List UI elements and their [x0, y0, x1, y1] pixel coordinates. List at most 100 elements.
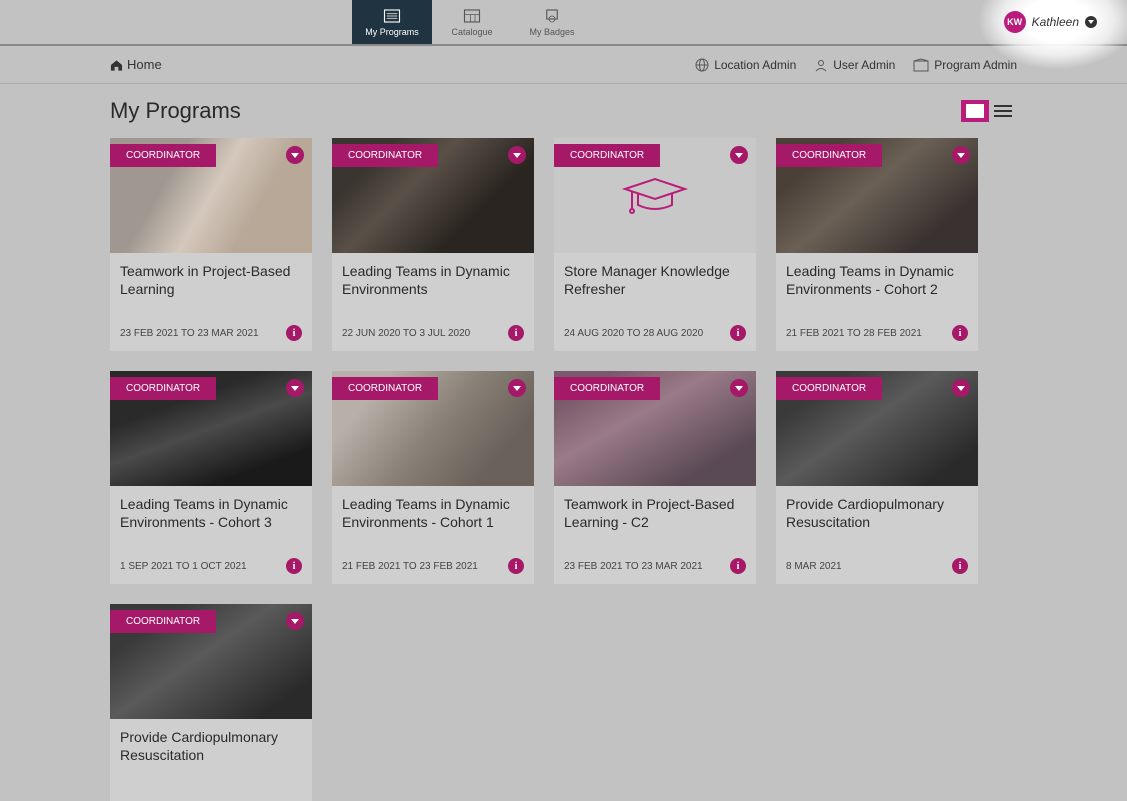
- card-image: COORDINATOR: [110, 604, 312, 719]
- user-admin-link[interactable]: User Admin: [814, 58, 895, 72]
- card-title: Store Manager Knowledge Refresher: [564, 263, 746, 315]
- info-button[interactable]: i: [952, 558, 968, 574]
- home-label: Home: [127, 57, 162, 72]
- graduation-cap-icon: [620, 171, 690, 221]
- admin-links: Location Admin User Admin Program Admin: [695, 58, 1017, 72]
- role-badge: COORDINATOR: [776, 377, 882, 400]
- program-icon: [913, 58, 929, 72]
- chevron-down-icon: [735, 386, 743, 391]
- program-card[interactable]: COORDINATOR Leading Teams in Dynamic Env…: [110, 371, 312, 584]
- card-image: COORDINATOR: [554, 371, 756, 486]
- chevron-down-icon: [513, 153, 521, 158]
- view-toggle: [961, 100, 1017, 122]
- card-title: Leading Teams in Dynamic Environments - …: [342, 496, 524, 548]
- card-dates: 1 SEP 2021 TO 1 OCT 2021: [120, 561, 247, 572]
- info-button[interactable]: i: [730, 558, 746, 574]
- card-image: COORDINATOR: [110, 371, 312, 486]
- card-menu-button[interactable]: [508, 379, 526, 397]
- content: My Programs COORDI: [0, 84, 1127, 801]
- program-card[interactable]: COORDINATOR Store Manager Knowledge Refr…: [554, 138, 756, 351]
- info-button[interactable]: i: [730, 325, 746, 341]
- role-badge: COORDINATOR: [554, 377, 660, 400]
- grid-view-button[interactable]: [961, 100, 989, 122]
- card-image: COORDINATOR: [776, 371, 978, 486]
- chevron-down-icon: [957, 386, 965, 391]
- card-title: Provide Cardiopulmonary Resuscitation: [786, 496, 968, 548]
- globe-icon: [695, 58, 709, 72]
- role-badge: COORDINATOR: [332, 377, 438, 400]
- list-view-button[interactable]: [989, 100, 1017, 122]
- info-button[interactable]: i: [286, 558, 302, 574]
- card-menu-button[interactable]: [286, 379, 304, 397]
- card-title: Teamwork in Project-Based Learning - C2: [564, 496, 746, 548]
- program-card[interactable]: COORDINATOR Teamwork in Project-Based Le…: [110, 138, 312, 351]
- user-menu[interactable]: KW Kathleen: [1004, 11, 1097, 33]
- program-card[interactable]: COORDINATOR Leading Teams in Dynamic Env…: [332, 138, 534, 351]
- card-menu-button[interactable]: [286, 612, 304, 630]
- card-menu-button[interactable]: [730, 379, 748, 397]
- user-icon: [814, 58, 828, 72]
- grid-view-icon: [966, 104, 984, 118]
- programs-grid: COORDINATOR Teamwork in Project-Based Le…: [110, 138, 1017, 801]
- role-badge: COORDINATOR: [110, 610, 216, 633]
- card-menu-button[interactable]: [286, 146, 304, 164]
- card-menu-button[interactable]: [952, 379, 970, 397]
- card-image: COORDINATOR: [110, 138, 312, 253]
- home-icon: [110, 59, 123, 71]
- page-head: My Programs: [110, 98, 1017, 124]
- role-badge: COORDINATOR: [554, 144, 660, 167]
- card-dates: 8 MAR 2021: [786, 561, 842, 572]
- nav-catalogue[interactable]: Catalogue: [432, 0, 512, 44]
- chevron-down-icon: [735, 153, 743, 158]
- chevron-down-icon: [513, 386, 521, 391]
- card-dates: 24 AUG 2020 TO 28 AUG 2020: [564, 328, 703, 339]
- card-dates: 21 FEB 2021 TO 23 FEB 2021: [342, 561, 478, 572]
- list-icon: [383, 8, 401, 24]
- badge-icon: [543, 8, 561, 24]
- sub-nav: Home Location Admin User Admin Program A…: [0, 46, 1127, 84]
- location-admin-link[interactable]: Location Admin: [695, 58, 796, 72]
- card-dates: 23 FEB 2021 TO 23 MAR 2021: [564, 561, 703, 572]
- nav-label: My Badges: [529, 27, 574, 37]
- program-card[interactable]: COORDINATOR Teamwork in Project-Based Le…: [554, 371, 756, 584]
- chevron-down-icon: [1085, 16, 1097, 28]
- avatar: KW: [1004, 11, 1026, 33]
- nav-label: My Programs: [365, 27, 419, 37]
- page-title: My Programs: [110, 98, 241, 124]
- program-card[interactable]: COORDINATOR Provide Cardiopulmonary Resu…: [110, 604, 312, 801]
- nav-items: My Programs Catalogue My Badges: [352, 0, 592, 44]
- chevron-down-icon: [291, 386, 299, 391]
- info-button[interactable]: i: [952, 325, 968, 341]
- info-button[interactable]: i: [508, 325, 524, 341]
- user-name: Kathleen: [1032, 15, 1079, 29]
- info-button[interactable]: i: [508, 558, 524, 574]
- card-title: Leading Teams in Dynamic Environments - …: [786, 263, 968, 315]
- card-dates: 22 JUN 2020 TO 3 JUL 2020: [342, 328, 470, 339]
- program-admin-link[interactable]: Program Admin: [913, 58, 1017, 72]
- chevron-down-icon: [291, 619, 299, 624]
- card-menu-button[interactable]: [730, 146, 748, 164]
- card-image: COORDINATOR: [332, 371, 534, 486]
- role-badge: COORDINATOR: [110, 377, 216, 400]
- chevron-down-icon: [957, 153, 965, 158]
- card-image: COORDINATOR: [554, 138, 756, 253]
- card-menu-button[interactable]: [952, 146, 970, 164]
- card-title: Teamwork in Project-Based Learning: [120, 263, 302, 315]
- card-image: COORDINATOR: [332, 138, 534, 253]
- role-badge: COORDINATOR: [110, 144, 216, 167]
- nav-label: Catalogue: [451, 27, 492, 37]
- list-view-icon: [994, 104, 1012, 118]
- program-card[interactable]: COORDINATOR Leading Teams in Dynamic Env…: [332, 371, 534, 584]
- chevron-down-icon: [291, 153, 299, 158]
- card-dates: 23 FEB 2021 TO 23 MAR 2021: [120, 328, 259, 339]
- breadcrumb-home[interactable]: Home: [110, 57, 162, 72]
- program-card[interactable]: COORDINATOR Leading Teams in Dynamic Env…: [776, 138, 978, 351]
- card-title: Leading Teams in Dynamic Environments - …: [120, 496, 302, 548]
- info-button[interactable]: i: [286, 325, 302, 341]
- nav-my-badges[interactable]: My Badges: [512, 0, 592, 44]
- card-menu-button[interactable]: [508, 146, 526, 164]
- program-card[interactable]: COORDINATOR Provide Cardiopulmonary Resu…: [776, 371, 978, 584]
- role-badge: COORDINATOR: [776, 144, 882, 167]
- card-title: Leading Teams in Dynamic Environments: [342, 263, 524, 315]
- nav-my-programs[interactable]: My Programs: [352, 0, 432, 44]
